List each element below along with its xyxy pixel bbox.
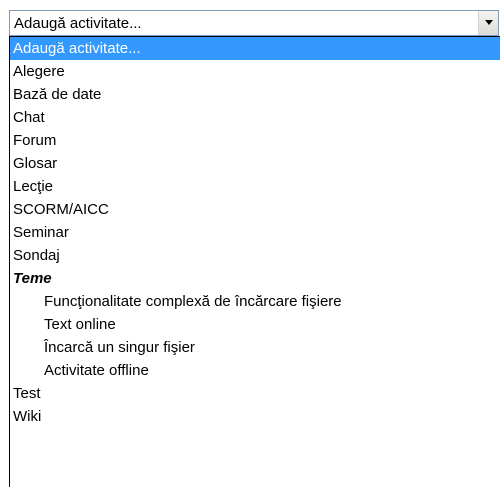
option-test[interactable]: Test <box>10 382 500 405</box>
option-add-activity[interactable]: Adaugă activitate... <box>10 37 500 60</box>
option-activitate-offline[interactable]: Activitate offline <box>10 359 500 382</box>
option-functionalitate-complexa[interactable]: Funcţionalitate complexă de încărcare fi… <box>10 290 500 313</box>
option-scorm-aicc[interactable]: SCORM/AICC <box>10 198 500 221</box>
add-activity-select[interactable]: Adaugă activitate... <box>9 10 499 36</box>
option-forum[interactable]: Forum <box>10 129 500 152</box>
chevron-down-icon <box>485 20 493 25</box>
option-chat[interactable]: Chat <box>10 106 500 129</box>
option-wiki[interactable]: Wiki <box>10 405 500 428</box>
option-seminar[interactable]: Seminar <box>10 221 500 244</box>
option-incarca-un-singur-fisier[interactable]: Încarcă un singur fişier <box>10 336 500 359</box>
optgroup-teme: Teme <box>13 270 52 287</box>
option-sondaj[interactable]: Sondaj <box>10 244 500 267</box>
option-glosar[interactable]: Glosar <box>10 152 500 175</box>
dropdown-toggle-button[interactable] <box>478 11 498 35</box>
option-lectie[interactable]: Lecţie <box>10 175 500 198</box>
option-alegere[interactable]: Alegere <box>10 60 500 83</box>
activity-options-list[interactable]: Adaugă activitate... Alegere Bază de dat… <box>9 36 500 487</box>
option-text-online[interactable]: Text online <box>10 313 500 336</box>
option-baza-de-date[interactable]: Bază de date <box>10 83 500 106</box>
select-current-value: Adaugă activitate... <box>14 15 142 32</box>
